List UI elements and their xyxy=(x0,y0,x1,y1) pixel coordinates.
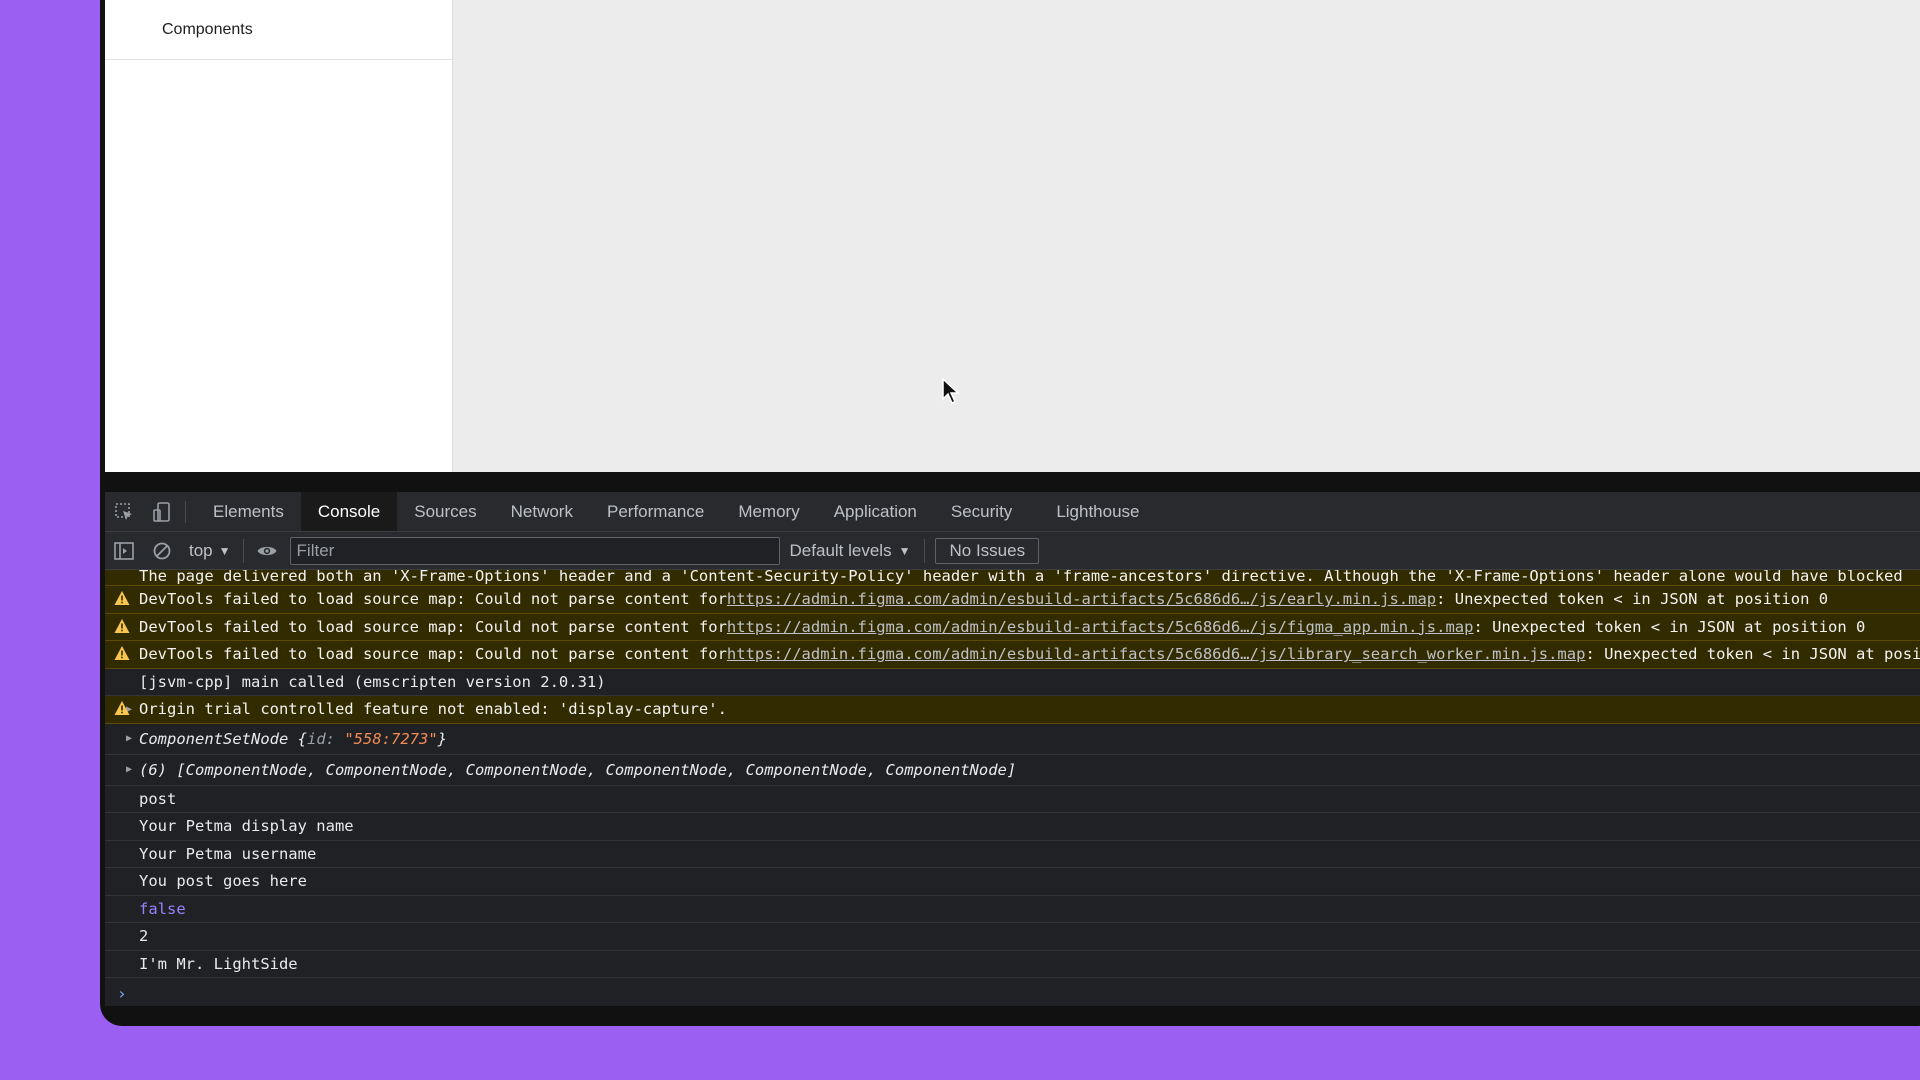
browser-window: Components Elements Console Sources Netw… xyxy=(100,0,1920,1026)
console-message-text: post xyxy=(139,789,177,808)
expand-triangle-icon[interactable]: ▶ xyxy=(126,764,139,775)
console-log-row: false xyxy=(105,896,1920,923)
chevron-down-icon: ▼ xyxy=(898,543,911,558)
console-filter-input[interactable] xyxy=(289,536,780,565)
console-log-row: I'm Mr. LightSide xyxy=(105,951,1920,978)
console-message-text: I'm Mr. LightSide xyxy=(139,954,298,973)
object-brace: } xyxy=(437,729,448,748)
source-map-link[interactable]: https://admin.figma.com/admin/esbuild-ar… xyxy=(727,618,1474,636)
tab-console[interactable]: Console xyxy=(300,492,398,531)
warning-icon xyxy=(114,618,130,633)
object-brace: { xyxy=(297,729,307,748)
tab-network[interactable]: Network xyxy=(494,492,590,531)
log-levels-label: Default levels xyxy=(789,540,892,560)
object-key: id: xyxy=(307,729,335,748)
page-sidebar: Components xyxy=(105,0,453,472)
console-log-row: Your Petma username xyxy=(105,841,1920,868)
source-map-link[interactable]: https://admin.figma.com/admin/esbuild-ar… xyxy=(727,645,1586,663)
mouse-pointer-icon xyxy=(942,377,960,405)
console-message-text: : Unexpected token < in JSON at position… xyxy=(1436,590,1829,609)
device-toolbar-icon[interactable] xyxy=(143,492,181,531)
console-object-row[interactable]: ▶ ComponentSetNode {id: "558:7273"} xyxy=(105,724,1920,755)
tab-sources[interactable]: Sources xyxy=(397,492,493,531)
console-message-text: You post goes here xyxy=(139,872,307,891)
console-log-row: 2 xyxy=(105,923,1920,951)
show-sidebar-icon[interactable] xyxy=(105,532,143,569)
console-warning-row: DevTools failed to load source map: Coul… xyxy=(105,586,1920,614)
issues-button[interactable]: No Issues xyxy=(935,537,1040,564)
object-value: "558:7273" xyxy=(344,729,438,748)
tabbar-divider xyxy=(185,500,186,523)
console-log-row: post xyxy=(105,786,1920,813)
context-selector-label: top xyxy=(189,540,213,560)
warning-icon xyxy=(114,591,130,606)
devtools-panel: Elements Console Sources Network Perform… xyxy=(105,492,1920,1006)
console-message-text: : Unexpected token < in JSON at position… xyxy=(1585,645,1920,664)
console-message-text: Your Petma username xyxy=(139,844,317,863)
tab-elements[interactable]: Elements xyxy=(196,492,301,531)
page-viewport: Components xyxy=(105,0,1920,472)
log-levels-dropdown[interactable]: Default levels ▼ xyxy=(780,541,921,561)
devtools-tabbar: Elements Console Sources Network Perform… xyxy=(105,492,1920,532)
tab-security[interactable]: Security xyxy=(934,492,1029,531)
tab-memory[interactable]: Memory xyxy=(721,492,816,531)
toolbar-divider xyxy=(924,538,926,563)
console-warning-row[interactable]: ▶ Origin trial controlled feature not ena… xyxy=(105,696,1920,724)
console-number-value: 2 xyxy=(139,927,149,946)
sidebar-title: Components xyxy=(105,0,452,60)
console-message-text: DevTools failed to load source map: Coul… xyxy=(139,590,727,609)
console-message-text: DevTools failed to load source map: Coul… xyxy=(139,617,727,636)
tab-lighthouse[interactable]: Lighthouse xyxy=(1039,492,1156,531)
console-message-text: DevTools failed to load source map: Coul… xyxy=(139,645,727,664)
console-warning-row: DevTools failed to load source map: Coul… xyxy=(105,641,1920,669)
console-log-row: [jsvm-cpp] main called (emscripten versi… xyxy=(105,669,1920,696)
console-warning-row: DevTools failed to load source map: Coul… xyxy=(105,613,1920,641)
console-message-text: The page delivered both an 'X-Frame-Opti… xyxy=(139,570,1903,585)
tab-application[interactable]: Application xyxy=(817,492,934,531)
console-message-text: (6) [ComponentNode, ComponentNode, Compo… xyxy=(139,760,1017,779)
console-boolean-value: false xyxy=(139,899,186,918)
prompt-chevron-icon: › xyxy=(117,983,127,1003)
console-toolbar: top ▼ Default levels ▼ No Issues xyxy=(105,532,1920,570)
clear-console-icon[interactable] xyxy=(143,532,181,569)
console-array-row[interactable]: ▶ (6) [ComponentNode, ComponentNode, Comp… xyxy=(105,755,1920,786)
context-selector[interactable]: top ▼ xyxy=(181,541,239,561)
warning-icon xyxy=(114,646,130,661)
warning-icon xyxy=(114,701,130,716)
console-warning-row: The page delivered both an 'X-Frame-Opti… xyxy=(105,570,1920,586)
console-log-row: Your Petma display name xyxy=(105,813,1920,841)
console-message-text: [jsvm-cpp] main called (emscripten versi… xyxy=(139,672,606,691)
source-map-link[interactable]: https://admin.figma.com/admin/esbuild-ar… xyxy=(727,590,1436,608)
inspect-element-icon[interactable] xyxy=(105,492,143,531)
chevron-down-icon: ▼ xyxy=(218,543,231,558)
object-type-name: ComponentSetNode xyxy=(139,729,289,748)
console-messages: The page delivered both an 'X-Frame-Opti… xyxy=(105,570,1920,1008)
live-expression-eye-icon[interactable] xyxy=(248,532,286,569)
console-message-text: : Unexpected token < in JSON at position… xyxy=(1473,617,1866,636)
expand-triangle-icon[interactable]: ▶ xyxy=(126,733,139,744)
console-log-row: You post goes here xyxy=(105,868,1920,896)
console-message-text: Origin trial controlled feature not enab… xyxy=(139,700,727,719)
tab-performance[interactable]: Performance xyxy=(590,492,721,531)
console-prompt[interactable]: › xyxy=(105,978,1920,1008)
console-message-text: Your Petma display name xyxy=(139,817,354,836)
toolbar-divider xyxy=(242,538,244,563)
